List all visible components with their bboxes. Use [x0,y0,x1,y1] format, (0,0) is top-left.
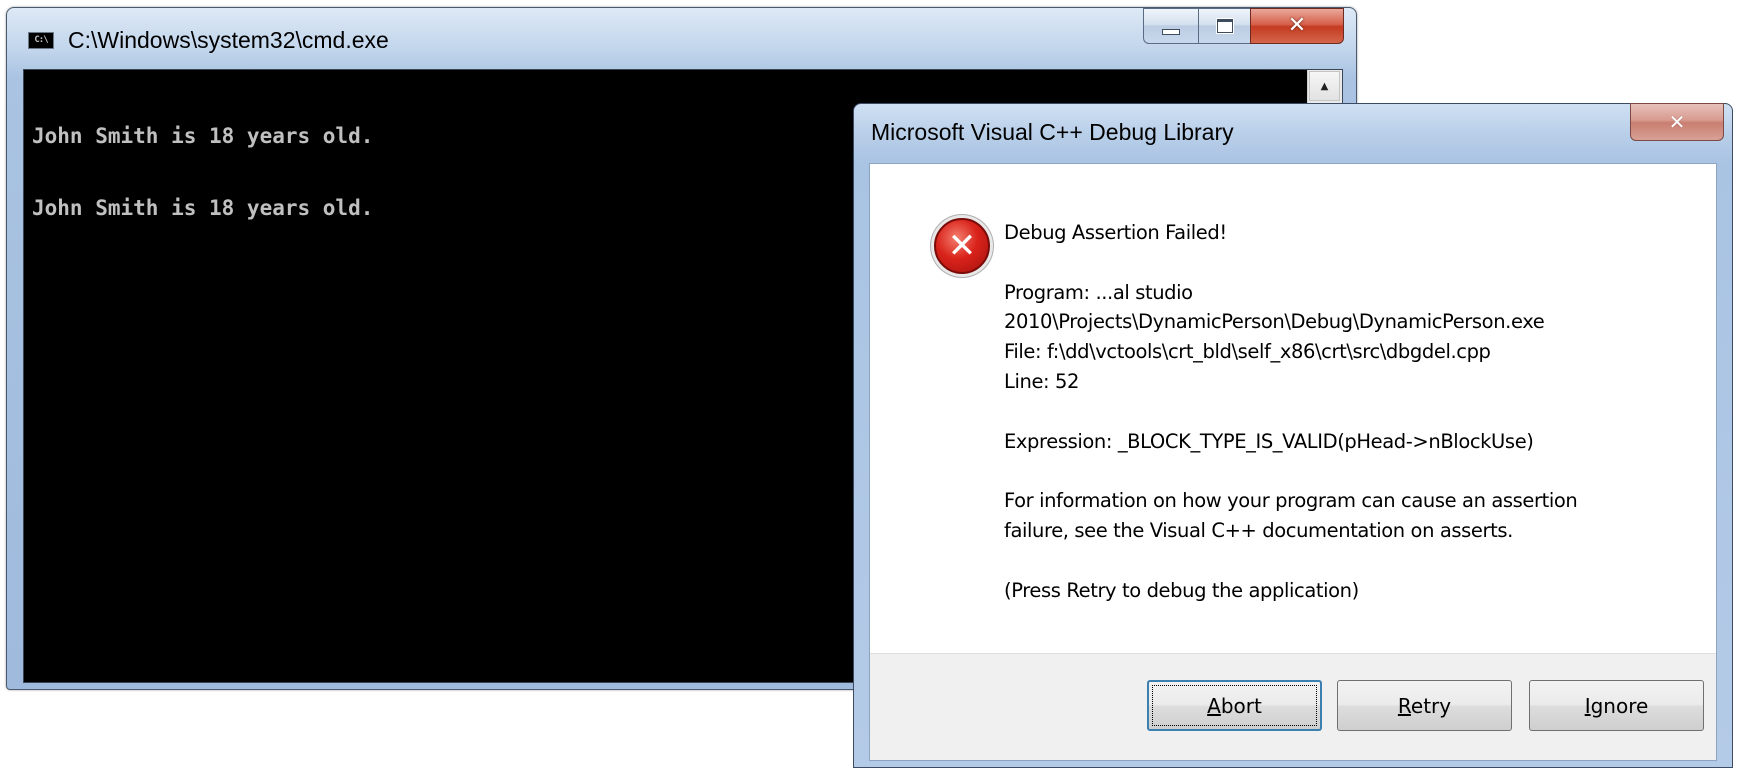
error-icon: ✕ [934,218,990,274]
debug-assertion-dialog[interactable]: Microsoft Visual C++ Debug Library ✕ ✕ D… [853,103,1733,768]
dialog-button-bar: Abort Retry Ignore [870,653,1716,760]
minimize-icon [1162,29,1180,35]
cmd-close-button[interactable]: ✕ [1250,8,1344,44]
retry-button-label: Retry [1397,693,1452,718]
message-line [1004,397,1577,427]
dialog-title: Microsoft Visual C++ Debug Library [871,119,1234,145]
message-hint: (Press Retry to debug the application) [1004,578,1359,602]
cmd-caption-buttons: ✕ [1143,8,1344,44]
abort-button-label: Abort [1207,693,1262,718]
retry-button[interactable]: Retry [1337,680,1512,731]
message-line [1004,546,1577,576]
scroll-up-button[interactable]: ▲ [1309,71,1340,101]
message-program: Program: ...al studio [1004,280,1193,304]
dialog-close-button[interactable]: ✕ [1630,103,1724,141]
scroll-up-arrow-icon: ▲ [1320,80,1329,92]
cmd-titlebar[interactable]: C:\ C:\Windows\system32\cmd.exe ✕ [7,8,1356,70]
dialog-body: ✕ Debug Assertion Failed! Program: ...al… [869,163,1717,761]
console-text: John Smith is 18 years old. John Smith i… [32,76,373,268]
message-line [1004,248,1577,278]
cmd-window-title: C:\Windows\system32\cmd.exe [68,27,389,53]
minimize-button[interactable] [1143,8,1198,44]
console-line: John Smith is 18 years old. [32,124,374,148]
ignore-button-label: Ignore [1584,693,1649,718]
maximize-icon [1215,18,1234,34]
message-program-path: 2010\Projects\DynamicPerson\Debug\Dynami… [1004,310,1545,334]
message-expression: Expression: _BLOCK_TYPE_IS_VALID(pHead->… [1004,429,1534,453]
message-info: For information on how your program can … [1004,489,1578,513]
error-message: Debug Assertion Failed! Program: ...al s… [1004,218,1578,605]
message-info: failure, see the Visual C++ documentatio… [1004,518,1513,542]
message-heading: Debug Assertion Failed! [1004,221,1227,244]
close-icon: ✕ [1668,110,1686,134]
maximize-button[interactable] [1198,8,1250,44]
ignore-button[interactable]: Ignore [1529,680,1704,731]
abort-button[interactable]: Abort [1147,680,1322,731]
cmd-app-icon[interactable]: C:\ [28,32,54,49]
close-icon: ✕ [1287,13,1307,38]
message-line-number: Line: 52 [1004,369,1080,393]
message-line [1004,456,1577,486]
console-line: John Smith is 18 years old. [32,196,374,220]
message-file: File: f:\dd\vctools\crt_bld\self_x86\crt… [1004,340,1491,364]
